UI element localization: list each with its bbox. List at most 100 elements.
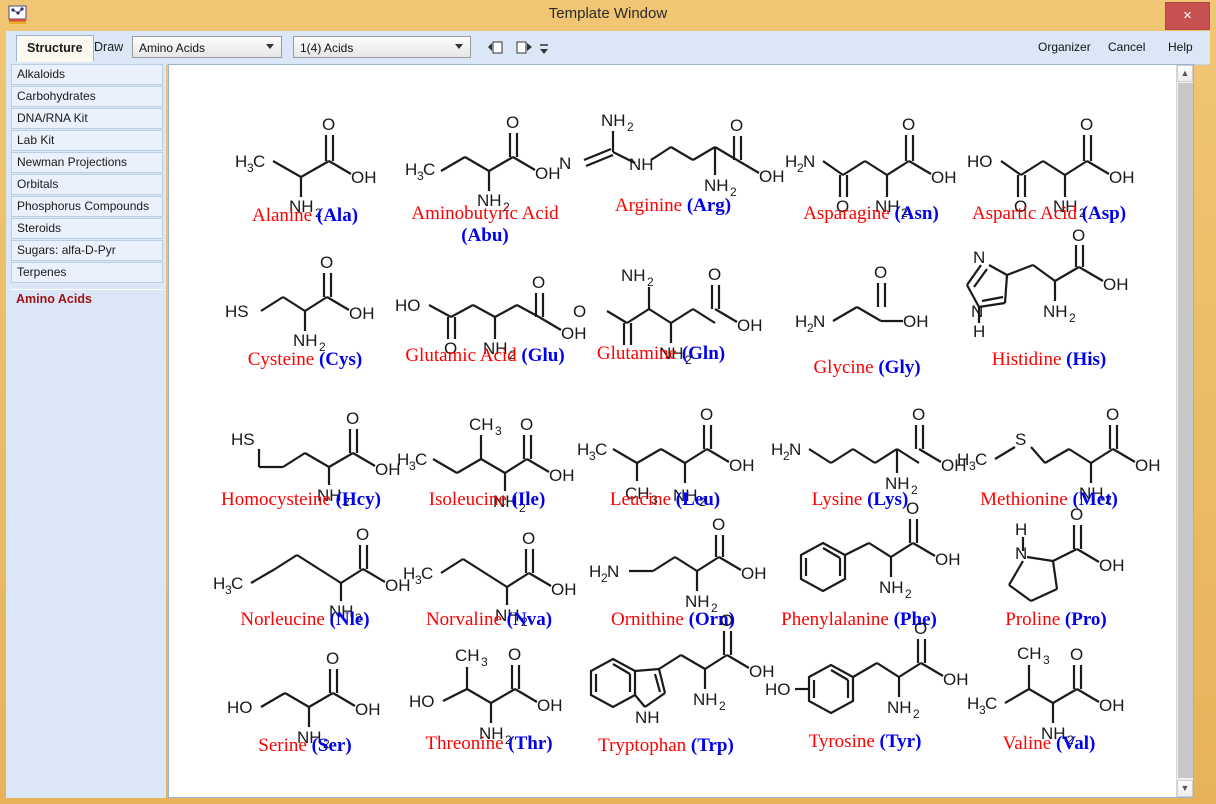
svg-text:H: H [577,440,589,459]
svg-text:HO: HO [395,296,421,315]
svg-text:NH: NH [704,176,729,195]
scroll-up-button[interactable]: ▲ [1177,65,1193,82]
svg-text:O: O [506,113,519,132]
sidebar-item-phosphorus-compounds[interactable]: Phosphorus Compounds [11,196,163,217]
svg-text:OH: OH [1099,556,1125,575]
sidebar-item-terpenes[interactable]: Terpenes [11,262,163,283]
molecule-arginine[interactable]: N NH 2 NH O OH NH 2 Arginine (Arg) [559,105,785,225]
template-category-value: Amino Acids [139,41,206,55]
sidebar-item-steroids[interactable]: Steroids [11,218,163,239]
sidebar-item-orbitals[interactable]: Orbitals [11,174,163,195]
molecule-histidine[interactable]: N N H O OH NH 2 Histidine (His) [951,226,1147,370]
sidebar-item-newman-projections[interactable]: Newman Projections [11,152,163,173]
svg-text:CH: CH [469,415,494,434]
molecule-cysteine[interactable]: HS O OH NH 2 Cysteine (Cys) [217,253,393,370]
svg-text:3: 3 [481,655,488,669]
svg-text:HS: HS [225,302,249,321]
svg-text:O: O [508,645,521,664]
svg-text:N: N [971,302,983,321]
svg-text:OH: OH [729,456,755,475]
svg-text:O: O [712,515,725,534]
svg-text:HO: HO [227,698,253,717]
cancel-button[interactable]: Cancel [1108,31,1145,64]
svg-text:H: H [771,440,783,459]
svg-text:2: 2 [913,707,920,721]
nav-more-icon[interactable] [538,43,550,62]
template-page-select[interactable]: 1(4) Acids [293,36,471,58]
tab-structure[interactable]: Structure [16,35,94,62]
sidebar-item-dna-rna-kit[interactable]: DNA/RNA Kit [11,108,163,129]
svg-text:N: N [559,154,571,173]
svg-text:OH: OH [537,696,563,715]
molecule-aspartic-acid[interactable]: HO O OH O NH 2 Aspartic Acid (Asp) [959,113,1139,247]
svg-text:H: H [589,562,601,581]
sidebar-item-amino-acids[interactable]: Amino Acids [11,289,163,310]
molecule-norleucine[interactable]: H 3 C O OH NH 2 Norleucine (Nle) [213,523,411,631]
nav-prev-icon[interactable] [487,39,505,60]
svg-text:NH: NH [635,708,660,727]
svg-text:H: H [785,152,797,171]
molecule-isoleucine[interactable]: H 3 C CH 3 O OH NH 2 Isoleucine (Ile) [397,397,577,515]
molecule-ornithine[interactable]: H 2 N O OH NH 2 Ornithine (Orn) [581,515,767,631]
svg-text:O: O [346,409,359,428]
template-canvas[interactable]: H 3 C O OH NH 2 Alanine (Ala) H 3 C O OH… [169,65,1177,797]
molecule-glutamine[interactable]: NH 2 O OH O NH 2 Glutamine (Gln) [569,251,763,367]
tab-draw[interactable]: Draw [86,35,131,60]
sidebar-item-carbohydrates[interactable]: Carbohydrates [11,86,163,107]
sidebar-item-lab-kit[interactable]: Lab Kit [11,130,163,151]
svg-text:HS: HS [231,430,255,449]
molecule-caption: Glycine (Gly) [813,357,921,378]
molecule-caption: Glutamic Acid (Glu) [405,345,565,366]
molecule-leucine[interactable]: H 3 C CH 3 O OH NH 2 Leucine (Leu) [577,397,755,510]
molecule-caption: Tryptophan (Trp) [598,735,734,756]
template-category-select[interactable]: Amino Acids [132,36,282,58]
svg-text:OH: OH [551,580,577,599]
molecule-threonine[interactable]: HO CH 3 O OH NH 2 Threonine (Thr) [399,635,579,754]
sidebar-item-sugars[interactable]: Sugars: alfa-D-Pyr [11,240,163,261]
svg-text:OH: OH [935,550,961,569]
template-canvas-panel: H 3 C O OH NH 2 Alanine (Ala) H 3 C O OH… [168,64,1194,798]
molecule-glycine[interactable]: H 2 N O OH Glycine (Gly) [777,263,957,378]
svg-text:O: O [902,115,915,134]
molecule-tyrosine[interactable]: HO O OH NH 2 Tyrosine (Tyr) [765,619,969,752]
close-button[interactable]: × [1165,2,1210,30]
molecule-methionine[interactable]: H 3 C S O OH NH 2 Methionine (Met) [951,397,1161,510]
svg-text:3: 3 [495,424,502,438]
svg-text:2: 2 [1069,311,1076,325]
molecule-phenylalanine[interactable]: O OH NH 2 Phenylalanine (Phe) [759,499,961,630]
svg-text:N: N [803,152,815,171]
molecule-homocysteine[interactable]: HS O OH NH 2 Homocysteine (Hcy) [209,397,400,510]
svg-text:O: O [906,499,919,518]
molecule-lysine[interactable]: H 2 N O OH NH 2 Lysine (Lys) [765,397,967,510]
molecule-aminobutyric-acid[interactable]: H 3 C O OH NH 2 Aminobutyric Acid (Abu) [397,113,573,247]
svg-text:O: O [700,405,713,424]
molecule-asparagine[interactable]: H 2 N O OH O NH 2 Asparagine (Asn) [781,113,961,225]
svg-text:O: O [573,302,586,321]
scroll-down-button[interactable]: ▼ [1177,780,1193,797]
sidebar-item-alkaloids[interactable]: Alkaloids [11,64,163,85]
nav-next-icon[interactable] [514,39,534,60]
canvas-vertical-scrollbar[interactable]: ▲ ▼ [1176,65,1193,797]
scrollbar-thumb[interactable] [1178,83,1193,778]
molecule-glutamic-acid[interactable]: HO O OH O NH 2 Glutamic Acid (Glu) [393,253,587,387]
molecule-serine[interactable]: HO O OH NH 2 Serine (Ser) [213,643,397,756]
molecule-alanine[interactable]: H 3 C O OH NH 2 Alanine (Ala) [217,113,393,226]
svg-text:O: O [1070,645,1083,664]
molecule-caption: Homocysteine (Hcy) [221,489,381,510]
svg-text:S: S [1015,430,1026,449]
molecule-caption: Methionine (Met) [980,489,1118,510]
svg-text:H: H [967,694,979,713]
molecule-valine[interactable]: H 3 C CH 3 O OH NH 2 Valine (Val) [959,635,1139,754]
window-title: Template Window [548,5,668,22]
svg-text:N: N [973,248,985,267]
molecule-norvaline[interactable]: H 3 C O OH NH 2 Norvaline (Nva) [401,521,577,630]
help-button[interactable]: Help [1168,31,1193,64]
molecule-tryptophan[interactable]: NH O OH NH 2 Tryptophan (Trp) [561,611,775,756]
svg-text:O: O [520,415,533,434]
molecule-proline[interactable]: N H O OH Proline (Pro) [965,505,1147,630]
svg-text:O: O [356,525,369,544]
svg-text:C: C [421,564,433,583]
organizer-button[interactable]: Organizer [1038,31,1091,64]
molecule-caption: Threonine (Thr) [425,733,553,754]
molecule-caption: Aminobutyric Acid (Abu) [411,203,559,246]
